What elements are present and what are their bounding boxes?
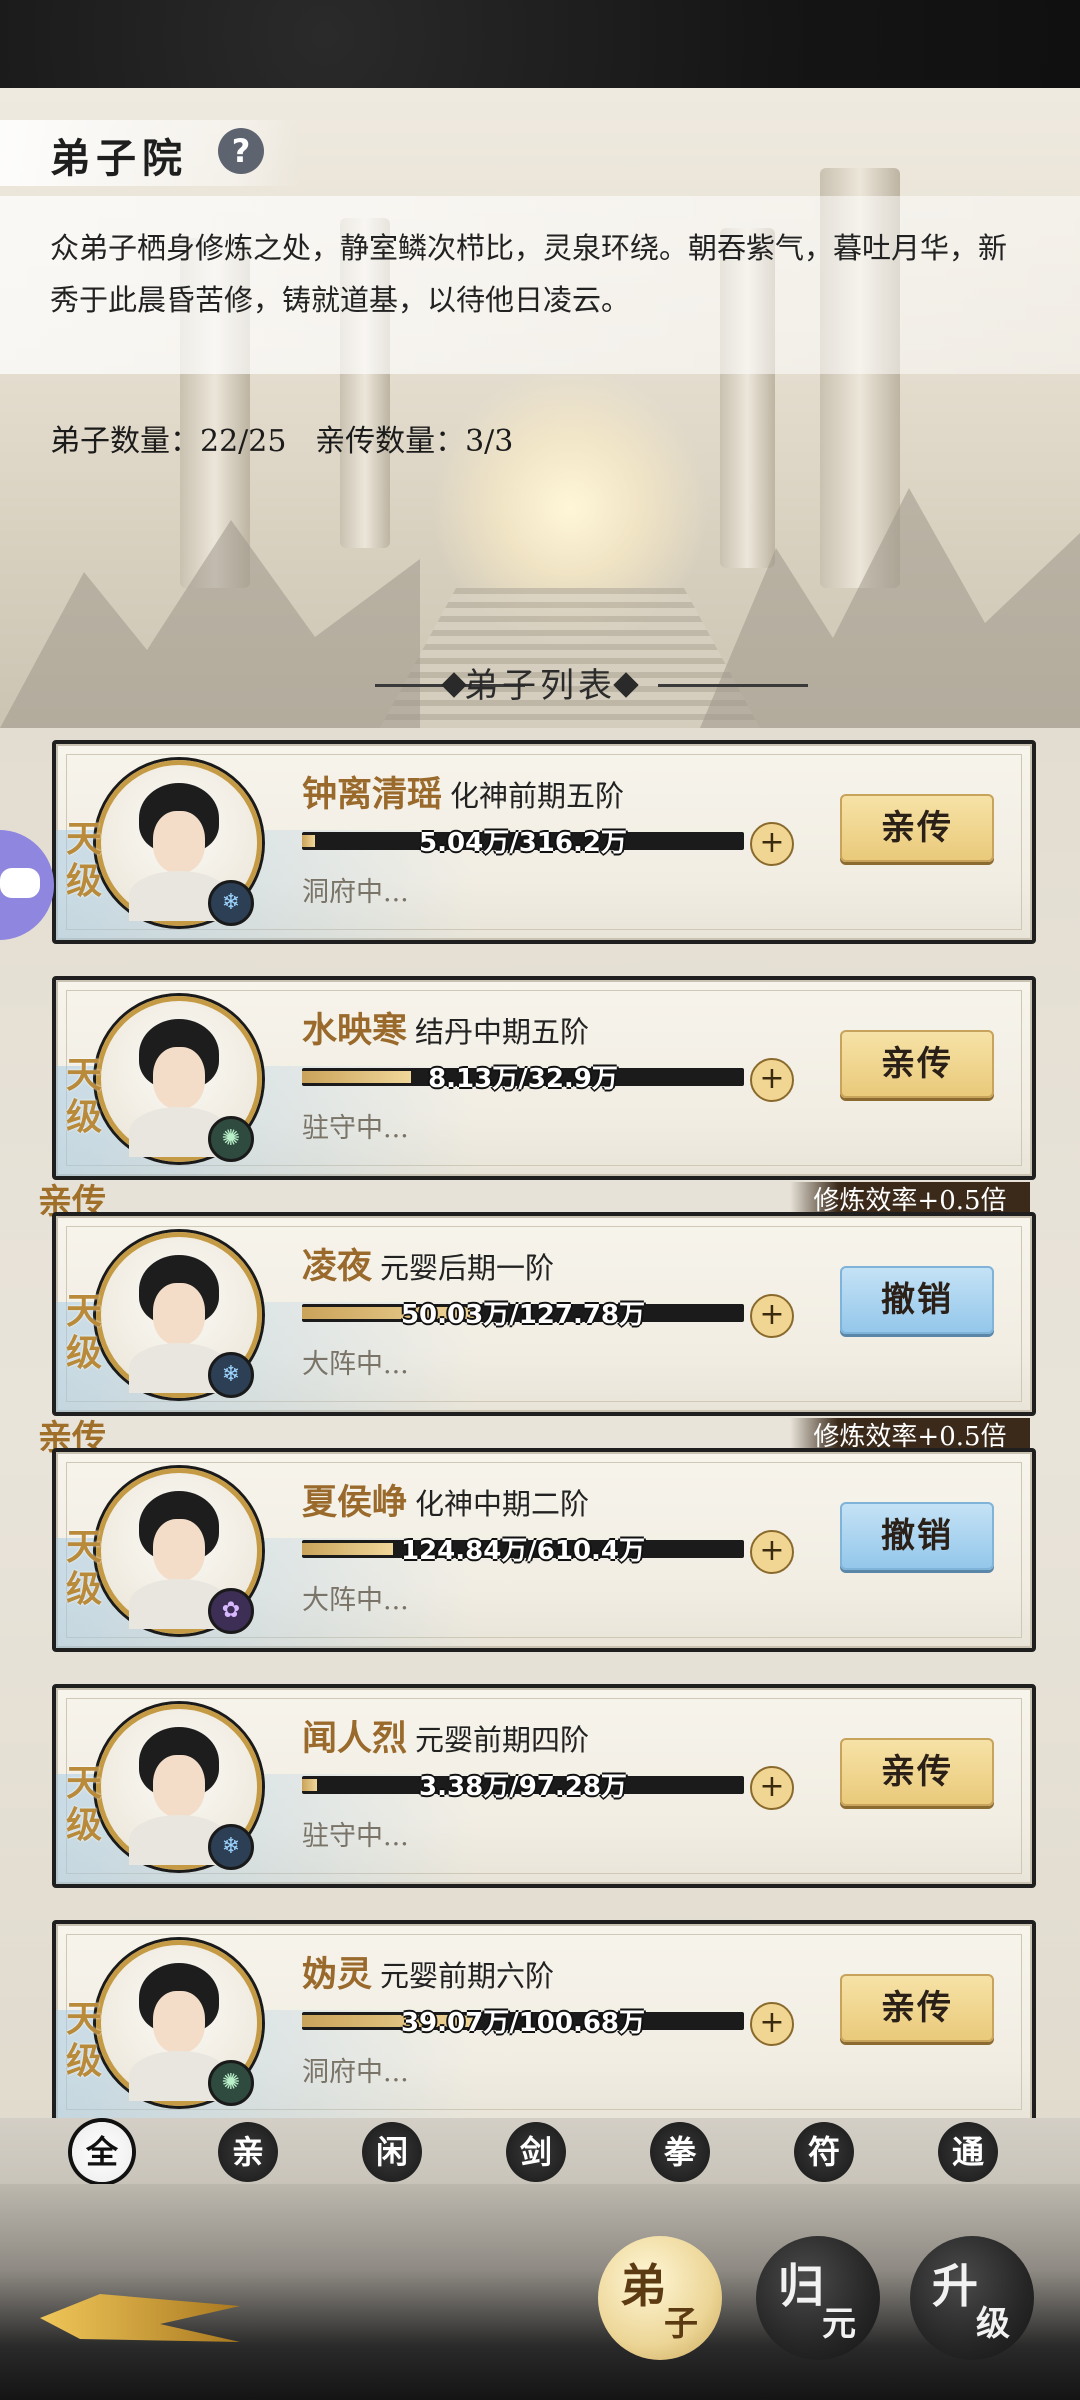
make-direct-button[interactable]: 亲传 bbox=[840, 1974, 994, 2042]
list-title: 弟子列表 bbox=[464, 666, 616, 706]
cultivation-realm: 化神中期二阶 bbox=[415, 1487, 590, 1521]
element-icon: ❄ bbox=[208, 1352, 254, 1398]
disciple-card[interactable]: 天级 ✺ 妫灵 元婴前期六阶 39.07万/100.68万 + 洞府中... 亲传 bbox=[52, 1920, 1036, 2124]
element-icon: ✺ bbox=[208, 2060, 254, 2106]
cultivation-realm: 化神前期五阶 bbox=[450, 779, 625, 813]
nav-label-top: 归 bbox=[778, 2259, 824, 2313]
nav-label-bottom: 子 bbox=[664, 2304, 698, 2344]
element-icon: ✺ bbox=[208, 1116, 254, 1162]
make-direct-button[interactable]: 亲传 bbox=[840, 1738, 994, 1806]
grade-label: 天级 bbox=[66, 1290, 103, 1374]
help-icon[interactable]: ? bbox=[218, 128, 264, 174]
add-cultivation-button[interactable]: + bbox=[750, 1530, 794, 1574]
cultivation-realm: 结丹中期五阶 bbox=[415, 1015, 590, 1049]
add-cultivation-button[interactable]: + bbox=[750, 1766, 794, 1810]
page-title: 弟子院 bbox=[50, 135, 188, 182]
disciple-name-text: 凌夜 bbox=[302, 1246, 373, 1287]
disciple-name: 夏侯峥 化神中期二阶 bbox=[302, 1474, 589, 1525]
grade-label: 天级 bbox=[66, 1054, 103, 1138]
disciple-name-text: 夏侯峥 bbox=[302, 1482, 408, 1523]
bottom-nav-button[interactable]: 升级 bbox=[910, 2236, 1034, 2360]
disciple-name: 凌夜 元婴后期一阶 bbox=[302, 1238, 554, 1289]
filter-tab[interactable]: 闲 bbox=[362, 2122, 422, 2182]
nav-label-top: 弟 bbox=[620, 2259, 666, 2313]
grade-label: 天级 bbox=[66, 1762, 103, 1846]
progress-text: 124.84万/610.4万 bbox=[400, 1536, 646, 1566]
filter-tab[interactable]: 符 bbox=[794, 2122, 854, 2182]
disciple-name: 水映寒 结丹中期五阶 bbox=[302, 1002, 589, 1053]
make-direct-button[interactable]: 亲传 bbox=[840, 794, 994, 862]
add-cultivation-button[interactable]: + bbox=[750, 1294, 794, 1338]
disciple-stats: 弟子数量：22/25 亲传数量：3/3 bbox=[50, 424, 514, 459]
portrait-face bbox=[153, 811, 205, 873]
cultivation-realm: 元婴前期六阶 bbox=[380, 1959, 555, 1993]
grade-label: 天级 bbox=[66, 1526, 103, 1610]
filter-tab[interactable]: 通 bbox=[938, 2122, 998, 2182]
element-icon: ❄ bbox=[208, 1824, 254, 1870]
make-direct-button[interactable]: 亲传 bbox=[840, 1030, 994, 1098]
portrait-face bbox=[153, 1991, 205, 2053]
nav-label-bottom: 级 bbox=[976, 2304, 1010, 2344]
portrait-face bbox=[153, 1047, 205, 1109]
disciple-name: 钟离清瑶 化神前期五阶 bbox=[302, 766, 624, 817]
portrait-face bbox=[153, 1283, 205, 1345]
grade-label: 天级 bbox=[66, 1998, 103, 2082]
add-cultivation-button[interactable]: + bbox=[750, 822, 794, 866]
gamepad-icon bbox=[0, 868, 40, 898]
nav-label-top: 升 bbox=[932, 2259, 978, 2313]
filter-tab[interactable]: 剑 bbox=[506, 2122, 566, 2182]
page-description: 众弟子栖身修炼之处，静室鳞次栉比，灵泉环绕。朝吞紫气，暮吐月华，新秀于此晨昏苦修… bbox=[50, 231, 1008, 317]
disciple-card[interactable]: 天级 ❄ 钟离清瑶 化神前期五阶 5.04万/316.2万 + 洞府中... 亲传 bbox=[52, 740, 1036, 944]
disciple-card[interactable]: 天级 ✿ 夏侯峥 化神中期二阶 124.84万/610.4万 + 大阵中... 撤销 bbox=[52, 1448, 1036, 1652]
disciple-name: 妫灵 元婴前期六阶 bbox=[302, 1946, 554, 1997]
progress-text: 39.07万/100.68万 bbox=[400, 2008, 646, 2038]
element-icon: ✿ bbox=[208, 1588, 254, 1634]
disciple-name-text: 闻人烈 bbox=[302, 1718, 408, 1759]
top-status-bar bbox=[0, 0, 1080, 88]
add-cultivation-button[interactable]: + bbox=[750, 2002, 794, 2046]
disciple-card[interactable]: 天级 ❄ 凌夜 元婴后期一阶 50.03万/127.78万 + 大阵中... 撤销 bbox=[52, 1212, 1036, 1416]
grade-label: 天级 bbox=[66, 818, 103, 902]
portrait-face bbox=[153, 1755, 205, 1817]
disciple-status: 洞府中... bbox=[302, 2057, 409, 2088]
progress-text: 8.13万/32.9万 bbox=[428, 1064, 618, 1094]
disciple-name-text: 水映寒 bbox=[302, 1010, 408, 1051]
bottom-nav-button[interactable]: 归元 bbox=[756, 2236, 880, 2360]
disciple-status: 洞府中... bbox=[302, 877, 409, 908]
cultivation-realm: 元婴前期四阶 bbox=[415, 1723, 590, 1757]
disciple-name: 闻人烈 元婴前期四阶 bbox=[302, 1710, 589, 1761]
add-cultivation-button[interactable]: + bbox=[750, 1058, 794, 1102]
bottom-nav-button[interactable]: 弟子 bbox=[598, 2236, 722, 2360]
progress-text: 50.03万/127.78万 bbox=[400, 1300, 646, 1330]
disciple-status: 驻守中... bbox=[302, 1113, 409, 1144]
revoke-button[interactable]: 撤销 bbox=[840, 1266, 994, 1334]
progress-text: 5.04万/316.2万 bbox=[419, 828, 627, 858]
revoke-button[interactable]: 撤销 bbox=[840, 1502, 994, 1570]
nav-label-bottom: 元 bbox=[822, 2304, 856, 2344]
cultivation-realm: 元婴后期一阶 bbox=[380, 1251, 555, 1285]
disciple-card[interactable]: 天级 ❄ 闻人烈 元婴前期四阶 3.38万/97.28万 + 驻守中... 亲传 bbox=[52, 1684, 1036, 1888]
progress-text: 3.38万/97.28万 bbox=[419, 1772, 627, 1802]
portrait-face bbox=[153, 1519, 205, 1581]
filter-tab[interactable]: 拳 bbox=[650, 2122, 710, 2182]
disciple-card[interactable]: 天级 ✺ 水映寒 结丹中期五阶 8.13万/32.9万 + 驻守中... 亲传 bbox=[52, 976, 1036, 1180]
disciple-status: 大阵中... bbox=[302, 1585, 409, 1616]
element-icon: ❄ bbox=[208, 880, 254, 926]
disciple-name-text: 钟离清瑶 bbox=[302, 774, 443, 815]
disciple-name-text: 妫灵 bbox=[302, 1954, 373, 1995]
disciple-status: 驻守中... bbox=[302, 1821, 409, 1852]
filter-tab[interactable]: 全 bbox=[72, 2122, 132, 2182]
disciple-status: 大阵中... bbox=[302, 1349, 409, 1380]
filter-tab[interactable]: 亲 bbox=[218, 2122, 278, 2182]
